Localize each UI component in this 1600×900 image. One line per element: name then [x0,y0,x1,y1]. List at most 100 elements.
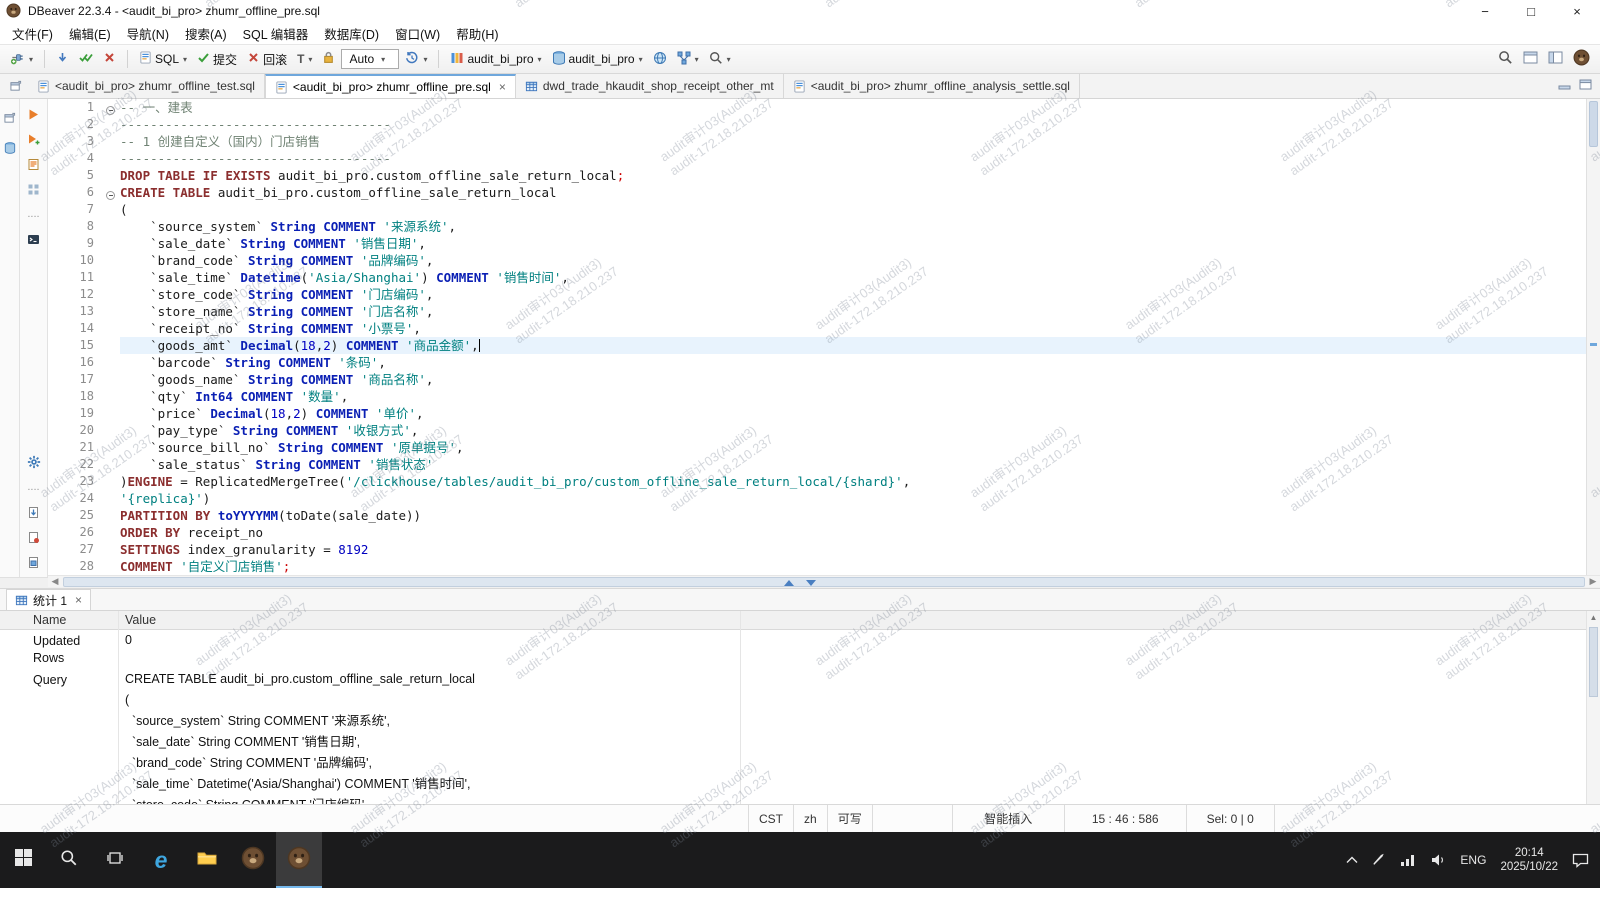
close-button[interactable]: × [1554,0,1600,22]
execute-new-tab-icon[interactable] [25,130,43,148]
code-line[interactable]: 1 -- 一、建表 [48,99,1586,116]
scroll-left-arrow[interactable]: ◀ [48,576,62,587]
hidden-icons-button[interactable] [1339,832,1365,888]
code-line[interactable]: 10 `brand_code` String COMMENT '品牌编码', [48,252,1586,269]
result-name-cell[interactable]: Updated Rows [30,630,118,669]
globe-button[interactable] [649,48,671,71]
code-line[interactable]: 8 `source_system` String COMMENT '来源系统', [48,218,1586,235]
dbeaver-home-button[interactable] [1569,46,1594,72]
commit-mode-combo[interactable]: Auto ▾ [341,49,400,69]
edge-button[interactable]: e [138,832,184,888]
editor-tab-2[interactable]: dwd_trade_hkaudit_shop_receipt_other_mt [515,74,784,98]
splitter-collapse-down-icon[interactable] [806,580,816,586]
log-file-icon[interactable] [25,528,43,546]
menu-database[interactable]: 数据库(D) [316,22,387,45]
code-line[interactable]: 22 `sale_status` String COMMENT '销售状态' [48,456,1586,473]
action-center-button[interactable] [1565,832,1596,888]
restore-editor-button[interactable] [4,74,28,98]
transaction-mode-button[interactable]: T ▾ [293,49,316,69]
execute-statement-icon[interactable] [25,105,43,123]
schema-selector[interactable]: audit_bi_pro ▾ [548,48,647,71]
editor-tab-0[interactable]: <audit_bi_pro> zhumr_offline_test.sql [28,74,265,98]
code-line[interactable]: 16 `barcode` String COMMENT '条码', [48,354,1586,371]
more-actions-icon[interactable]: .... [25,478,43,496]
code-line[interactable]: 2 ------------------------------------ [48,116,1586,133]
fetch-button[interactable] [52,48,73,70]
code-line[interactable]: 18 `qty` Int64 COMMENT '数量', [48,388,1586,405]
column-divider[interactable] [118,611,119,804]
open-console-icon[interactable] [25,230,43,248]
code-line[interactable]: 15 `goods_amt` Decimal(18, 2) COMMENT '商品… [48,337,1586,354]
rollback-button[interactable]: 回滚 [243,48,291,71]
dbeaver-taskbar-button-active[interactable] [276,832,322,888]
code-line[interactable]: 13 `store_name` String COMMENT '门店名称', [48,303,1586,320]
pen-icon[interactable] [1365,832,1393,888]
transaction-log-button[interactable]: ▾ [401,48,431,71]
fold-collapse-icon[interactable] [104,99,120,116]
fold-minus-icon[interactable] [106,106,115,115]
close-icon[interactable]: × [499,80,506,94]
commit-button[interactable]: 提交 [193,48,241,71]
sql-editor[interactable]: 1 -- 一、建表 2 -------------------------------… [48,99,1600,575]
close-icon[interactable]: × [75,593,82,607]
output-file-icon[interactable] [25,553,43,571]
settings-gear-icon[interactable] [25,453,43,471]
code-line[interactable]: 24 '{replica}') [48,490,1586,507]
maximize-panel-icon[interactable] [1579,77,1592,95]
export-result-icon[interactable] [25,503,43,521]
network-tray-icon[interactable] [1393,832,1423,888]
menu-sql-editor[interactable]: SQL 编辑器 [235,22,317,45]
menu-edit[interactable]: 编辑(E) [61,22,119,45]
database-navigator-icon[interactable] [1,139,19,157]
code-line[interactable]: 17 `goods_name` String COMMENT '商品名称', [48,371,1586,388]
scrollbar-thumb[interactable] [1589,101,1598,147]
code-line[interactable]: 23)ENGINE = ReplicatedMergeTree('/clickh… [48,473,1586,490]
column-divider[interactable] [740,611,741,804]
volume-icon[interactable] [1423,832,1453,888]
caret-position-indicator[interactable]: 15 : 46 : 586 [1063,805,1186,832]
editor-tab-1[interactable]: <audit_bi_pro> zhumr_offline_pre.sql × [264,74,516,98]
maximize-button[interactable]: □ [1508,0,1554,22]
commit-all-button[interactable] [75,48,97,70]
code-line[interactable]: 9 `sale_date` String COMMENT '销售日期', [48,235,1586,252]
code-line[interactable]: 25 PARTITION BY toYYYYMM(toDate(sale_date… [48,507,1586,524]
code-line[interactable]: 20 `pay_type` String COMMENT '收银方式', [48,422,1586,439]
code-line[interactable]: 28 COMMENT '自定义门店销售'; [48,558,1586,575]
result-value-cell[interactable]: 0 [118,630,132,651]
menu-search[interactable]: 搜索(A) [177,22,235,45]
code-line[interactable]: 26 ORDER BY receipt_no [48,524,1586,541]
dbeaver-taskbar-button[interactable] [230,832,276,888]
table-row[interactable]: Query CREATE TABLE audit_bi_pro.custom_of… [0,669,1600,804]
restore-view-icon[interactable] [1,109,19,127]
minimize-button[interactable]: − [1462,0,1508,22]
fold-collapse-icon[interactable] [104,184,120,201]
toggle-panel-button[interactable] [1519,48,1542,70]
editor-tab-3[interactable]: <audit_bi_pro> zhumr_offline_analysis_se… [783,74,1080,98]
splitter-collapse-up-icon[interactable] [784,580,794,586]
fold-minus-icon[interactable] [106,191,115,200]
taskbar-search-button[interactable] [46,832,92,888]
selection-indicator[interactable]: Sel: 0 | 0 [1185,805,1274,832]
language-indicator[interactable]: zh [793,805,827,832]
column-header-name[interactable]: Name [30,611,118,629]
tab-statistics[interactable]: 统计 1 × [6,589,92,610]
result-name-cell[interactable]: Query [30,669,118,691]
code-line[interactable]: 12 `store_code` String COMMENT '门店编码', [48,286,1586,303]
timezone-indicator[interactable]: CST [748,805,793,832]
editor-horizontal-scrollbar[interactable]: ◀ ▶ [48,575,1600,587]
open-perspective-button[interactable] [1544,48,1567,70]
code-line[interactable]: 3 -- 1 创建自定义（国内）门店销售 [48,133,1586,150]
new-connection-button[interactable]: ▾ [6,47,37,71]
connection-selector[interactable]: audit_bi_pro ▾ [446,48,545,71]
explain-plan-icon[interactable] [25,180,43,198]
menu-file[interactable]: 文件(F) [4,22,61,45]
autocommit-lock-button[interactable] [318,48,339,70]
table-row[interactable]: Updated Rows 0 [0,630,1600,669]
column-header-value[interactable]: Value [118,611,733,629]
search-button[interactable]: ▾ [705,48,735,71]
result-value-cell[interactable]: CREATE TABLE audit_bi_pro.custom_offline… [118,669,475,804]
code-line[interactable]: 5 DROP TABLE IF EXISTS audit_bi_pro.custo… [48,167,1586,184]
execute-script-icon[interactable] [25,155,43,173]
code-line[interactable]: 7( [48,201,1586,218]
language-button[interactable]: ENG [1453,832,1493,888]
